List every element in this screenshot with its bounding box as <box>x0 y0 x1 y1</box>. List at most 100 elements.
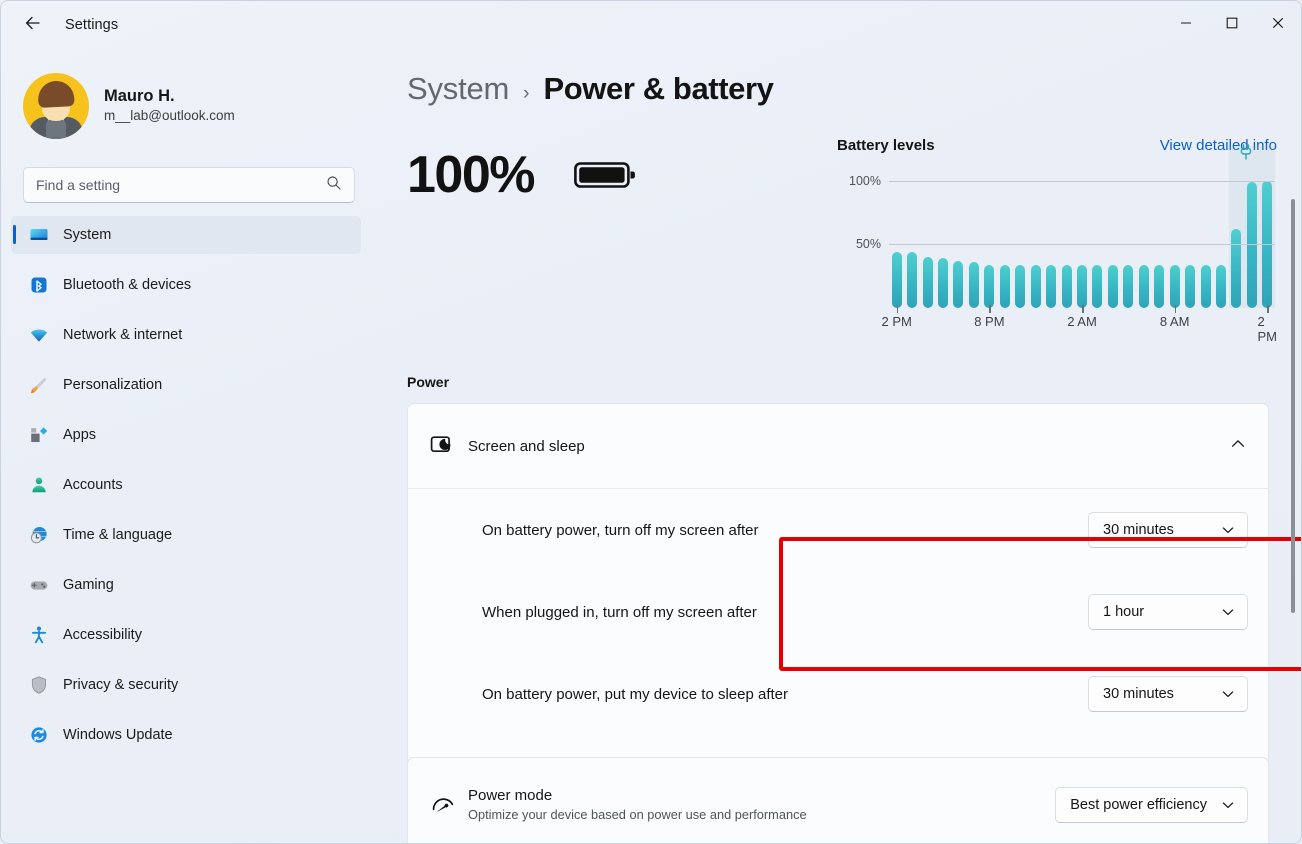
main-content: System › Power & battery 100% Battery le… <box>373 49 1301 843</box>
chevron-up-icon[interactable] <box>1230 436 1246 457</box>
chart-bar <box>1123 264 1134 308</box>
setting-dropdown[interactable]: 30 minutes <box>1088 676 1248 712</box>
maximize-button[interactable] <box>1209 1 1255 49</box>
chart-bar <box>1154 264 1165 308</box>
sidebar-item-time-language[interactable]: Time & language <box>11 516 361 554</box>
power-mode-card: Power mode Optimize your device based on… <box>407 757 1269 843</box>
sidebar-item-privacy-security[interactable]: Privacy & security <box>11 666 361 704</box>
chart-bar <box>938 258 949 308</box>
power-section-label: Power <box>407 374 450 390</box>
y-tick-label: 50% <box>855 237 881 252</box>
chevron-down-icon <box>1207 523 1235 537</box>
power-plug-icon <box>1239 144 1253 167</box>
sidebar-item-accessibility[interactable]: Accessibility <box>11 616 361 654</box>
chart-bar <box>1015 264 1026 308</box>
back-button[interactable] <box>15 7 51 43</box>
close-button[interactable] <box>1255 1 1301 49</box>
chart-bar <box>922 257 933 308</box>
user-avatar <box>23 73 89 139</box>
chart-bar <box>1200 264 1211 308</box>
sidebar-item-personalization[interactable]: Personalization <box>11 366 361 404</box>
paintbrush-icon <box>29 375 49 395</box>
scrollbar-thumb[interactable] <box>1291 199 1295 613</box>
x-tick-label: 8 PM <box>974 314 1005 329</box>
main-scrollbar[interactable] <box>1287 103 1299 837</box>
search-icon <box>326 175 342 196</box>
battery-full-icon <box>574 158 636 192</box>
sidebar-item-label: Bluetooth & devices <box>63 277 192 293</box>
power-mode-row: Power mode Optimize your device based on… <box>408 758 1268 843</box>
battery-percent: 100% <box>407 146 536 204</box>
sidebar-item-accounts[interactable]: Accounts <box>11 466 361 504</box>
sidebar-item-label: Apps <box>63 427 97 443</box>
chart-title: Battery levels <box>837 137 935 154</box>
chart-bar <box>1061 264 1072 308</box>
y-tick-label: 100% <box>849 173 881 188</box>
sidebar-item-network-internet[interactable]: Network & internet <box>11 316 361 354</box>
sidebar-item-label: Privacy & security <box>63 677 179 693</box>
refresh-icon <box>29 725 49 745</box>
minimize-button[interactable] <box>1163 1 1209 49</box>
setting-label: On battery power, turn off my screen aft… <box>482 521 759 539</box>
sidebar-item-label: Personalization <box>63 377 163 393</box>
sidebar-nav: System Bluetooth & devices Network & inter… <box>1 216 373 754</box>
screen-sleep-icon <box>430 434 462 458</box>
search-box[interactable] <box>23 167 355 203</box>
title-bar: Settings <box>1 1 1301 49</box>
chart-bar <box>1215 264 1226 308</box>
bars <box>889 168 1275 308</box>
sidebar-item-bluetooth-devices[interactable]: Bluetooth & devices <box>11 266 361 304</box>
sidebar-item-label: Windows Update <box>63 727 173 743</box>
setting-row: On battery power, turn off my screen aft… <box>408 489 1268 571</box>
x-tick-label: 8 AM <box>1159 314 1190 329</box>
x-tick <box>989 305 991 313</box>
chart-bar <box>1092 264 1103 308</box>
power-mode-dropdown[interactable]: Best power efficiency <box>1055 787 1248 823</box>
sidebar-item-system[interactable]: System <box>11 216 361 254</box>
breadcrumb: System › Power & battery <box>407 71 1301 107</box>
setting-dropdown[interactable]: 30 minutes <box>1088 512 1248 548</box>
screen-and-sleep-title: Screen and sleep <box>468 437 585 455</box>
breadcrumb-separator: › <box>523 83 530 104</box>
sidebar-item-apps[interactable]: Apps <box>11 416 361 454</box>
clock-globe-icon <box>29 525 49 545</box>
setting-label: On battery power, put my device to sleep… <box>482 685 788 703</box>
shield-icon <box>29 675 49 695</box>
gridline <box>889 244 1275 246</box>
power-mode-subtitle: Optimize your device based on power use … <box>468 807 807 823</box>
chart-bar <box>1231 229 1242 308</box>
account-email: m__lab@outlook.com <box>104 107 235 123</box>
screen-and-sleep-header[interactable]: Screen and sleep <box>408 404 1268 488</box>
minimize-icon <box>1180 16 1192 34</box>
power-mode-title: Power mode <box>468 786 553 804</box>
setting-row: When plugged in, turn off my screen afte… <box>408 571 1268 653</box>
account-tile[interactable]: Mauro H. m__lab@outlook.com <box>23 69 353 143</box>
chart-bar <box>1077 264 1087 308</box>
sidebar-item-gaming[interactable]: Gaming <box>11 566 361 604</box>
account-name: Mauro H. <box>104 87 175 106</box>
dropdown-value: 30 minutes <box>1103 686 1174 702</box>
chart-bar <box>1030 264 1041 308</box>
sidebar-item-windows-update[interactable]: Windows Update <box>11 716 361 754</box>
chart-bar <box>1046 264 1057 308</box>
x-tick <box>1267 305 1269 313</box>
search-input[interactable] <box>36 177 326 193</box>
chart-bar <box>953 260 964 308</box>
sidebar-item-label: System <box>63 227 112 243</box>
breadcrumb-root[interactable]: System <box>407 71 509 107</box>
maximize-icon <box>1226 16 1238 34</box>
setting-row: On battery power, put my device to sleep… <box>408 653 1268 735</box>
chart-bar <box>1138 264 1149 308</box>
chart-bar <box>1169 264 1180 308</box>
x-tick <box>1174 305 1177 313</box>
chart-bar <box>968 262 979 308</box>
back-arrow-icon <box>23 13 43 38</box>
chart-bar <box>999 264 1010 308</box>
x-tick <box>1082 305 1084 313</box>
chart-bar <box>907 252 918 308</box>
screen-and-sleep-card: Screen and sleep On battery power, turn … <box>407 403 1269 795</box>
wifi-icon <box>29 325 49 345</box>
x-tick-label: 2 PM <box>1257 314 1278 344</box>
setting-dropdown[interactable]: 1 hour <box>1088 594 1248 630</box>
battery-levels-chart: Battery levels View detailed info 50% 10… <box>837 137 1277 344</box>
